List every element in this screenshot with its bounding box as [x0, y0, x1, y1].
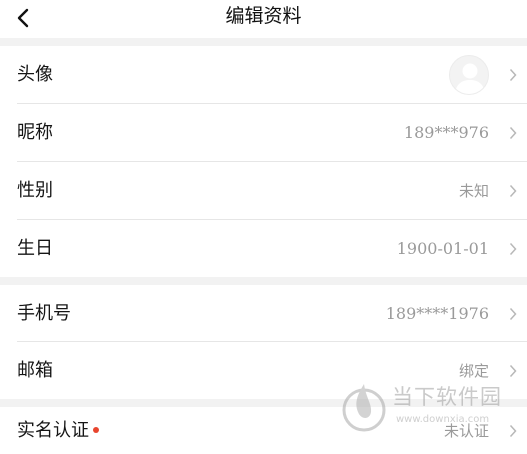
gender-row[interactable]: 性别 未知	[0, 162, 527, 220]
real-name-value: 未认证	[443, 421, 489, 440]
email-row[interactable]: 邮箱 绑定	[0, 342, 527, 399]
nickname-label: 昵称	[17, 122, 53, 143]
default-avatar-icon	[455, 63, 485, 94]
avatar-row[interactable]: 头像	[0, 46, 527, 104]
chevron-right-icon	[507, 363, 519, 379]
red-dot-badge	[93, 426, 99, 433]
phone-label: 手机号	[17, 302, 71, 324]
section-gap	[0, 38, 527, 46]
chevron-right-icon	[507, 241, 519, 257]
chevron-right-icon	[507, 306, 519, 322]
avatar	[449, 55, 489, 95]
avatar-label: 头像	[17, 64, 53, 85]
chevron-right-icon	[507, 67, 519, 83]
birthday-label: 生日	[17, 237, 53, 259]
gender-value: 未知	[458, 182, 489, 200]
nav-bar: 编辑资料	[0, 0, 527, 38]
real-name-label-text: 实名认证	[17, 419, 89, 441]
chevron-right-icon	[507, 125, 519, 141]
nickname-row[interactable]: 昵称 189***976	[0, 104, 527, 162]
nickname-value: 189***976	[403, 123, 489, 142]
section-gap	[0, 277, 527, 285]
real-name-label: 实名认证	[17, 420, 99, 442]
email-value: 绑定	[458, 361, 489, 380]
birthday-value: 1900-01-01	[396, 238, 489, 258]
section-gap	[0, 399, 527, 407]
gender-label: 性别	[17, 180, 53, 201]
real-name-verification-row[interactable]: 实名认证 未认证	[0, 407, 527, 454]
chevron-right-icon	[507, 423, 519, 439]
phone-row[interactable]: 手机号 189****1976	[0, 285, 527, 342]
chevron-right-icon	[507, 183, 519, 199]
email-label: 邮箱	[17, 359, 53, 381]
page-title: 编辑资料	[225, 5, 302, 27]
phone-value: 189****1976	[385, 303, 489, 323]
birthday-row[interactable]: 生日 1900-01-01	[0, 220, 527, 277]
